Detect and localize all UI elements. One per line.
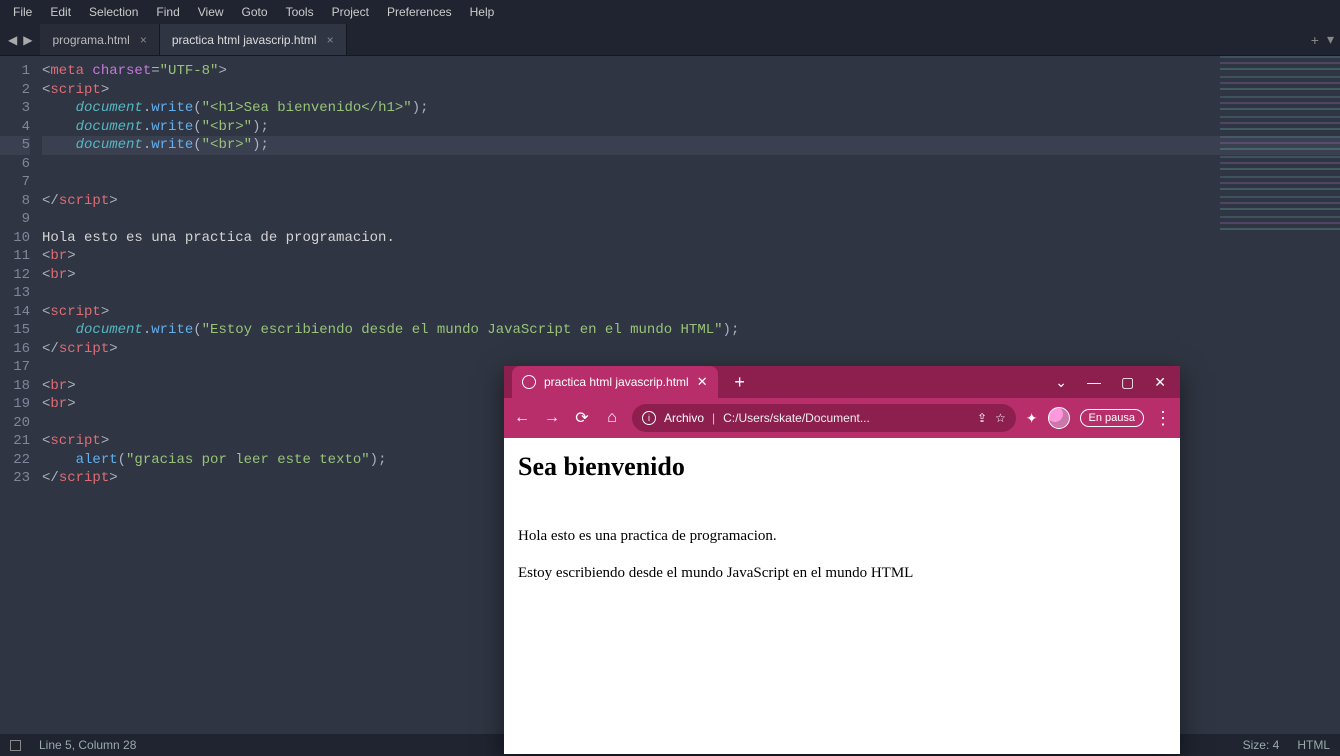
tab-history: ◀ ▶	[0, 24, 40, 55]
info-icon[interactable]: i	[642, 411, 656, 425]
url-scheme: Archivo	[664, 411, 704, 425]
minimize-icon[interactable]: —	[1087, 374, 1101, 391]
close-icon[interactable]: ✕	[697, 374, 708, 390]
line-number: 8	[0, 192, 30, 211]
new-tab-button[interactable]: +	[726, 368, 754, 396]
share-icon[interactable]: ⇪	[977, 411, 987, 425]
line-number: 19	[0, 395, 30, 414]
menu-view[interactable]: View	[189, 1, 233, 23]
line-number: 18	[0, 377, 30, 396]
history-fwd-icon[interactable]: ▶	[23, 33, 32, 47]
globe-icon	[522, 375, 536, 389]
line-number: 10	[0, 229, 30, 248]
rendered-page: Sea bienvenido Hola esto es una practica…	[504, 438, 1180, 754]
line-number: 13	[0, 284, 30, 303]
close-window-icon[interactable]: ✕	[1154, 374, 1166, 391]
home-icon[interactable]: ⌂	[602, 408, 622, 428]
tab-label: programa.html	[52, 33, 129, 47]
tab-dropdown-icon[interactable]: ▾	[1327, 31, 1334, 48]
line-number: 14	[0, 303, 30, 322]
browser-toolbar: ← → ⟳ ⌂ i Archivo | C:/Users/skate/Docum…	[504, 398, 1180, 438]
line-number: 15	[0, 321, 30, 340]
line-number: 23	[0, 469, 30, 488]
line-number: 7	[0, 173, 30, 192]
line-number: 22	[0, 451, 30, 470]
line-number: 1	[0, 62, 30, 81]
line-number: 17	[0, 358, 30, 377]
close-icon[interactable]: ×	[140, 33, 147, 47]
window-controls: ⌄ — ▢ ✕	[1041, 374, 1180, 391]
line-number: 4	[0, 118, 30, 137]
menu-edit[interactable]: Edit	[41, 1, 80, 23]
menu-project[interactable]: Project	[323, 1, 378, 23]
syntax-language[interactable]: HTML	[1297, 738, 1330, 752]
tab-practica[interactable]: practica html javascrip.html ×	[160, 24, 347, 55]
new-tab-button[interactable]: +	[1311, 32, 1319, 48]
tab-programa[interactable]: programa.html ×	[40, 24, 159, 55]
line-number: 11	[0, 247, 30, 266]
page-heading: Sea bienvenido	[518, 452, 1166, 482]
cursor-position: Line 5, Column 28	[39, 738, 136, 752]
line-number: 3	[0, 99, 30, 118]
bookmark-star-icon[interactable]: ☆	[995, 411, 1006, 425]
line-number: 2	[0, 81, 30, 100]
menu-file[interactable]: File	[4, 1, 41, 23]
line-number: 12	[0, 266, 30, 285]
tab-label: practica html javascrip.html	[172, 33, 317, 47]
indent-size[interactable]: Size: 4	[1243, 738, 1280, 752]
menu-goto[interactable]: Goto	[233, 1, 277, 23]
browser-titlebar[interactable]: practica html javascrip.html ✕ + ⌄ — ▢ ✕	[504, 366, 1180, 398]
line-number-gutter: 1 2 3 4 5 6 7 8 9 10 11 12 13 14 15 16 1…	[0, 62, 42, 488]
tab-bar: ◀ ▶ programa.html × practica html javasc…	[0, 24, 1340, 56]
browser-window: practica html javascrip.html ✕ + ⌄ — ▢ ✕…	[504, 366, 1180, 754]
line-number: 5	[0, 136, 30, 155]
history-back-icon[interactable]: ◀	[8, 33, 17, 47]
kebab-menu-icon[interactable]: ⋮	[1154, 408, 1172, 429]
page-paragraph: Estoy escribiendo desde el mundo JavaScr…	[518, 565, 1166, 582]
profile-avatar[interactable]	[1048, 407, 1070, 429]
menu-bar: File Edit Selection Find View Goto Tools…	[0, 0, 1340, 24]
menu-selection[interactable]: Selection	[80, 1, 147, 23]
url-text: C:/Users/skate/Document...	[723, 411, 870, 425]
minimap[interactable]	[1220, 56, 1340, 236]
browser-tab[interactable]: practica html javascrip.html ✕	[512, 366, 718, 398]
line-number: 9	[0, 210, 30, 229]
extensions-icon[interactable]: ✦	[1026, 410, 1038, 427]
forward-icon[interactable]: →	[542, 408, 562, 428]
menu-tools[interactable]: Tools	[277, 1, 323, 23]
browser-tab-label: practica html javascrip.html	[544, 375, 689, 389]
line-number: 20	[0, 414, 30, 433]
line-number: 6	[0, 155, 30, 174]
pause-label: En pausa	[1089, 412, 1135, 424]
sync-paused-pill[interactable]: En pausa	[1080, 409, 1144, 427]
line-number: 16	[0, 340, 30, 359]
page-paragraph: Hola esto es una practica de programacio…	[518, 528, 1166, 545]
back-icon[interactable]: ←	[512, 408, 532, 428]
menu-preferences[interactable]: Preferences	[378, 1, 461, 23]
window-dropdown-icon[interactable]: ⌄	[1055, 374, 1067, 391]
menu-help[interactable]: Help	[461, 1, 504, 23]
reload-icon[interactable]: ⟳	[572, 408, 592, 428]
close-icon[interactable]: ×	[327, 33, 334, 47]
maximize-icon[interactable]: ▢	[1121, 374, 1134, 391]
line-number: 21	[0, 432, 30, 451]
status-indicator-icon[interactable]	[10, 740, 21, 751]
address-bar[interactable]: i Archivo | C:/Users/skate/Document... ⇪…	[632, 404, 1016, 432]
menu-find[interactable]: Find	[147, 1, 188, 23]
